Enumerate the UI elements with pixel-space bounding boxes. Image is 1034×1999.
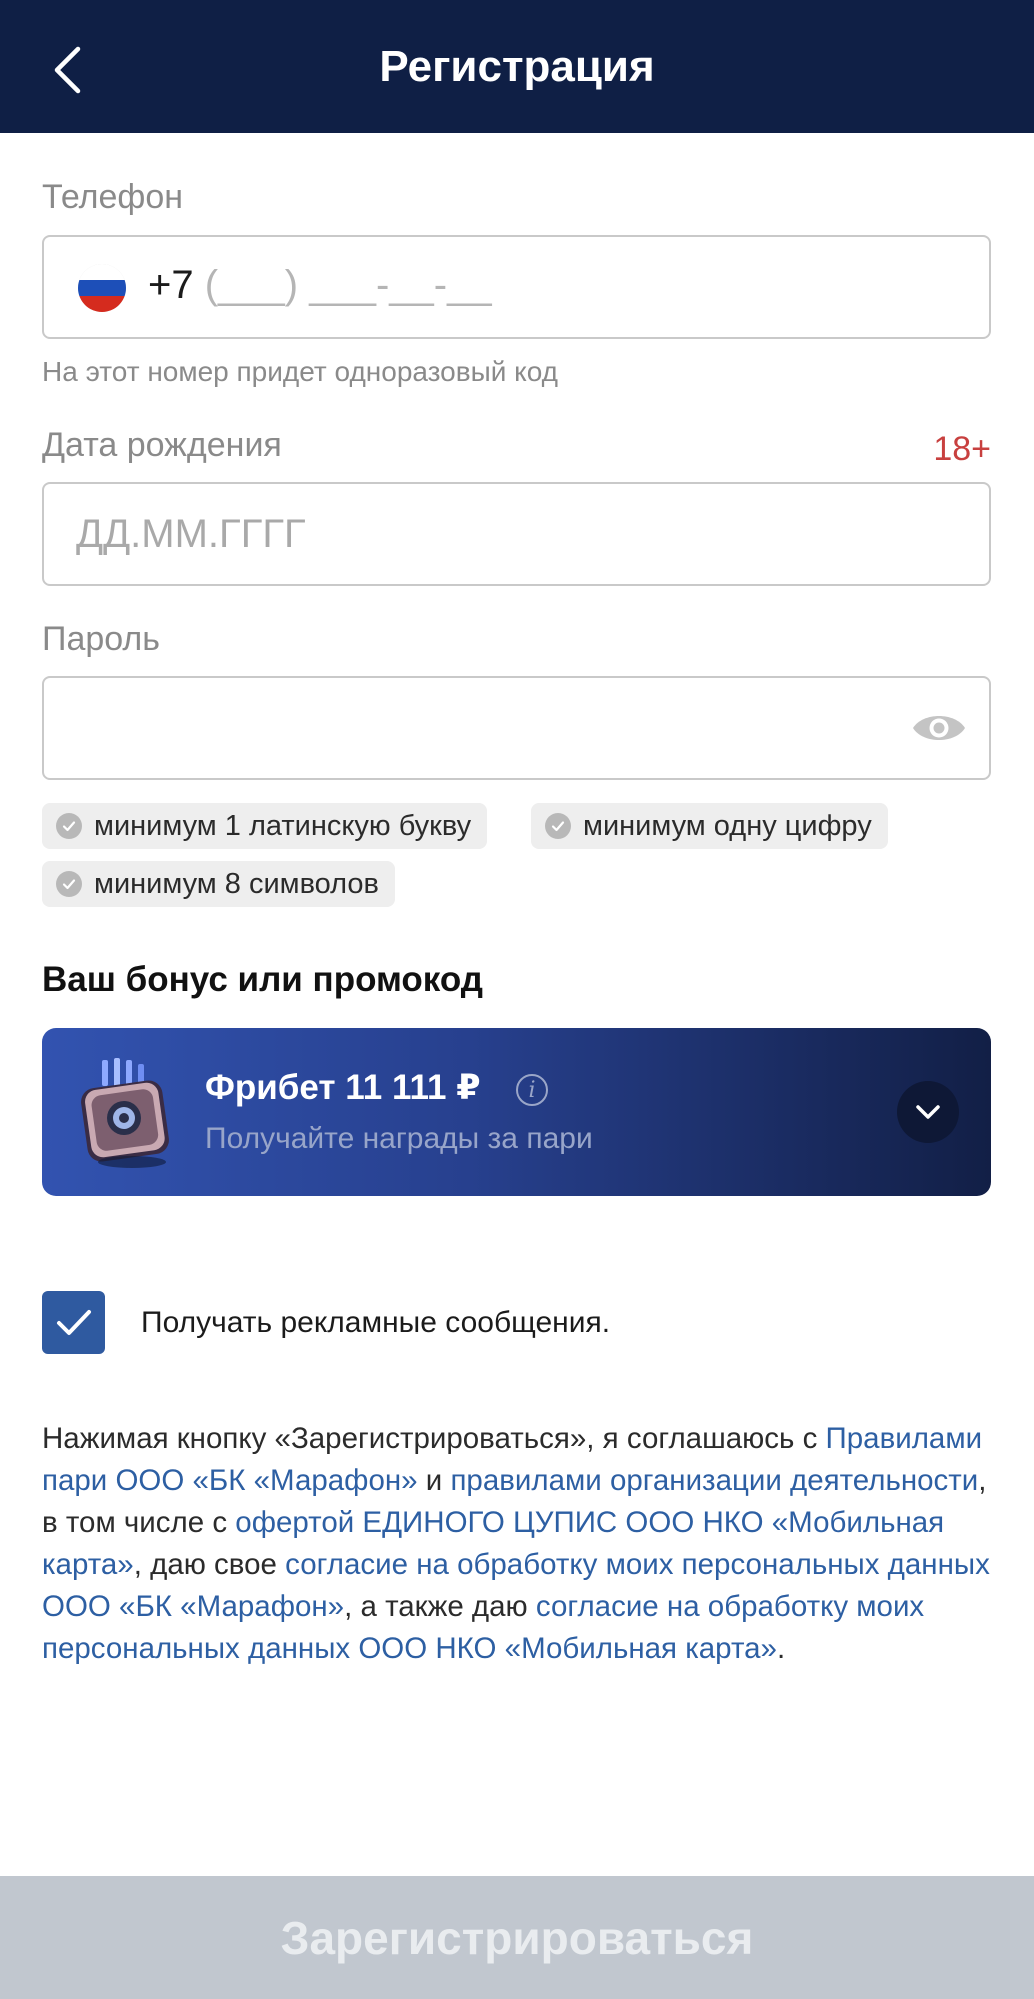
phone-field[interactable]: +7 (___) ___-__-__ bbox=[42, 235, 991, 339]
birthdate-placeholder: ДД.ММ.ГГГГ bbox=[76, 512, 306, 556]
birthdate-field[interactable]: ДД.ММ.ГГГГ bbox=[42, 482, 991, 586]
legal-text-part: , даю свое bbox=[133, 1548, 286, 1581]
phone-mask: (___) ___-__-__ bbox=[193, 263, 492, 307]
password-field[interactable] bbox=[42, 676, 991, 780]
password-rule-latin: минимум 1 латинскую букву bbox=[42, 803, 488, 849]
legal-text-part: . bbox=[776, 1632, 786, 1665]
password-rule-digit: минимум одну цифру bbox=[531, 803, 888, 849]
info-icon[interactable]: i bbox=[516, 1074, 548, 1106]
top-bar: Регистрация bbox=[0, 0, 1034, 133]
show-password-button[interactable] bbox=[911, 706, 967, 750]
chevron-left-icon bbox=[54, 46, 81, 94]
bonus-subtitle: Получайте награды за пари bbox=[205, 1122, 593, 1155]
page-title: Регистрация bbox=[379, 41, 655, 91]
bonus-section-title: Ваш бонус или промокод bbox=[42, 960, 483, 999]
russia-flag-icon bbox=[78, 264, 126, 312]
check-icon bbox=[545, 813, 571, 839]
legal-text-part: и bbox=[417, 1464, 451, 1497]
phone-input[interactable]: +7 (___) ___-__-__ bbox=[148, 263, 492, 308]
bonus-expand-button[interactable] bbox=[897, 1081, 959, 1143]
ads-consent-checkbox[interactable] bbox=[42, 1291, 105, 1354]
check-icon bbox=[56, 813, 82, 839]
bonus-card[interactable]: Фрибет 11 111 ₽ i Получайте награды за п… bbox=[42, 1028, 991, 1196]
bonus-title: Фрибет 11 111 ₽ bbox=[205, 1068, 481, 1107]
password-label: Пароль bbox=[42, 620, 160, 658]
organization-rules-link[interactable]: правилами организации деятельности bbox=[450, 1464, 978, 1497]
birthdate-label: Дата рождения bbox=[42, 426, 282, 464]
ads-consent-label[interactable]: Получать рекламные сообщения. bbox=[141, 1306, 610, 1340]
phone-label: Телефон bbox=[42, 178, 184, 216]
phone-prefix: +7 bbox=[148, 263, 194, 307]
phone-hint: На этот номер придет одноразовый код bbox=[42, 356, 559, 387]
legal-text-part: Нажимая кнопку «Зарегистрироваться», я с… bbox=[42, 1422, 826, 1455]
register-button[interactable]: Зарегистрироваться bbox=[0, 1876, 1034, 1999]
age-badge: 18+ bbox=[933, 430, 991, 468]
back-button[interactable] bbox=[42, 40, 92, 100]
chevron-down-icon bbox=[916, 1105, 940, 1119]
bonus-safe-icon bbox=[81, 1058, 169, 1168]
legal-text-part: , а также даю bbox=[344, 1590, 536, 1623]
password-rule-length: минимум 8 символов bbox=[42, 861, 395, 907]
legal-text: Нажимая кнопку «Зарегистрироваться», я с… bbox=[42, 1418, 997, 1670]
check-icon bbox=[56, 1309, 91, 1335]
register-button-label: Зарегистрироваться bbox=[280, 1911, 754, 1964]
check-icon bbox=[56, 871, 82, 897]
eye-icon bbox=[913, 716, 965, 740]
